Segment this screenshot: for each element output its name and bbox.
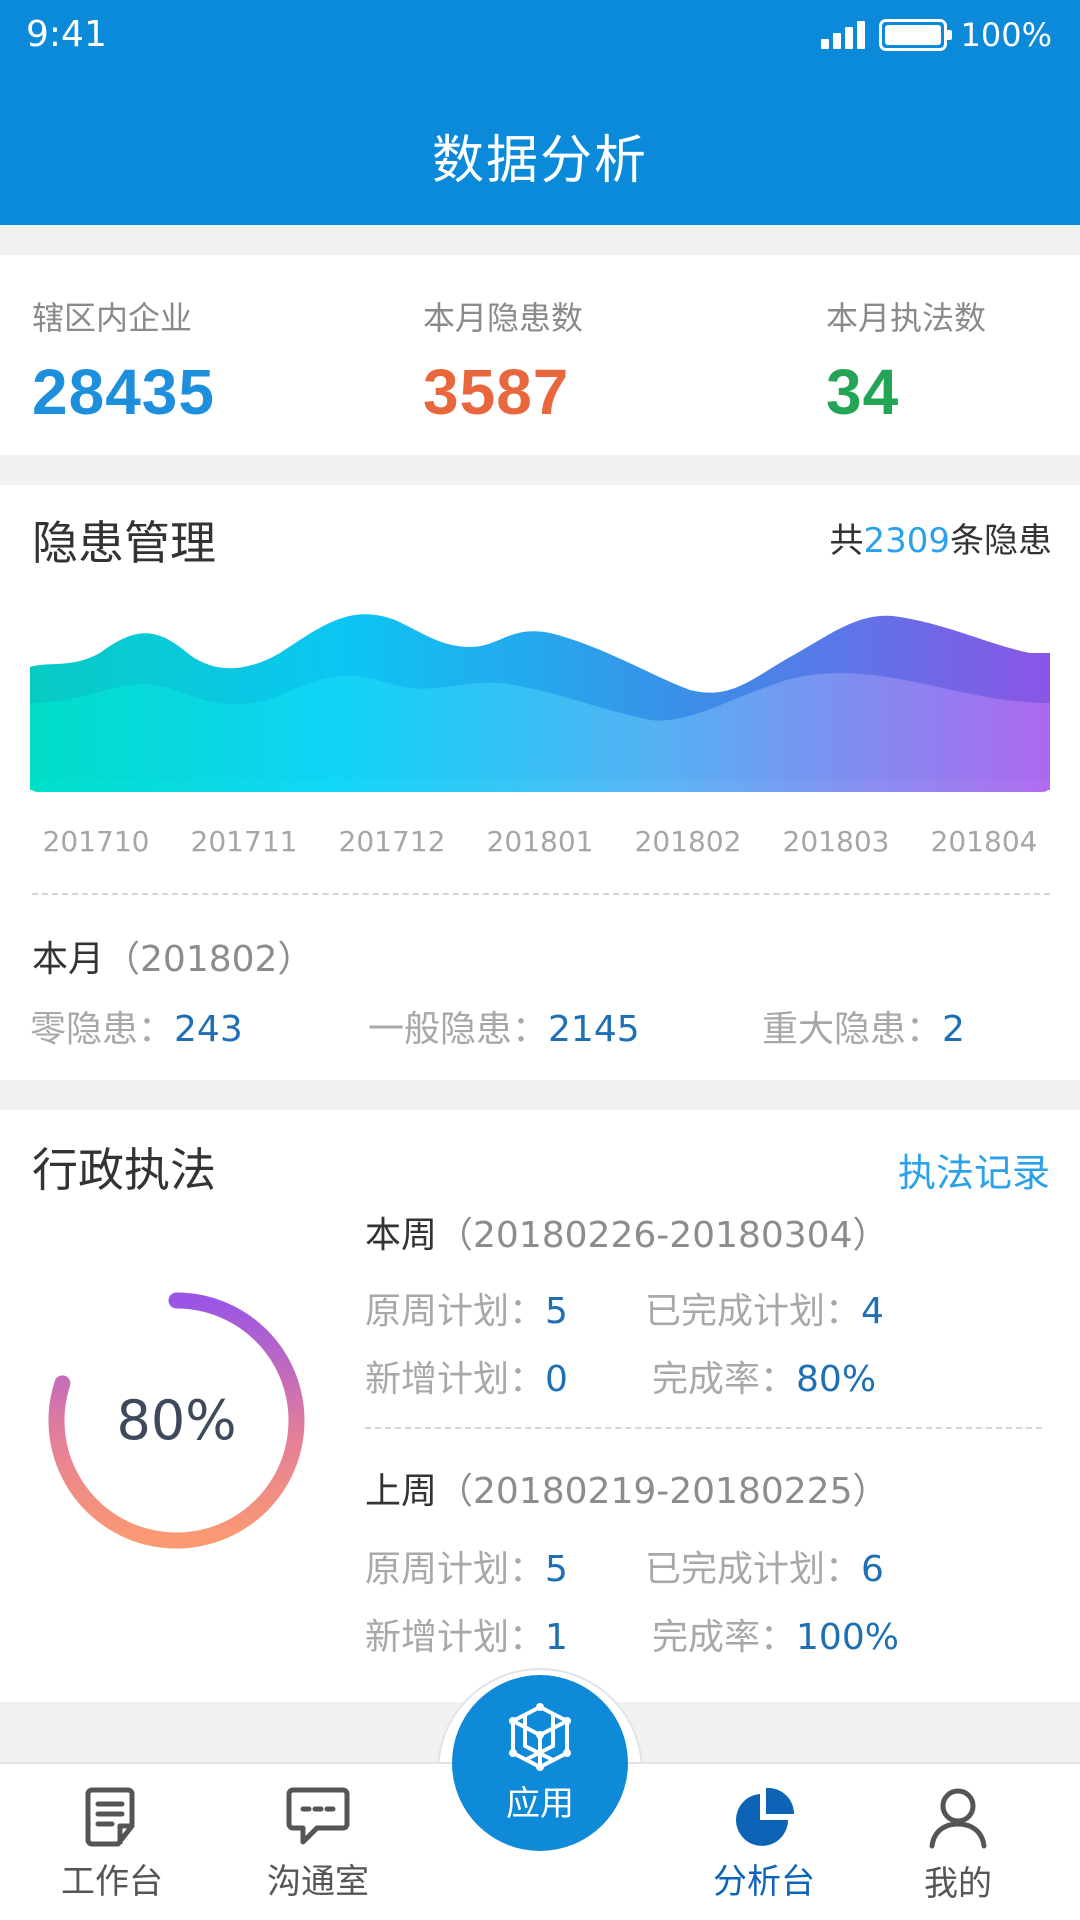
enforcement-records-link[interactable]: 执法记录 — [898, 1142, 1050, 1197]
pie-chart-icon — [736, 1787, 795, 1846]
tab-analysis[interactable]: 分析台 — [694, 1786, 834, 1903]
x-tick-label: 201712 — [338, 825, 446, 858]
x-tick-label: 201801 — [486, 825, 594, 858]
added-label: 新增计划： — [365, 1359, 546, 1400]
stat-label: 辖区内企业 — [32, 299, 193, 337]
app-header: 9:41 100% 数据分析 — [0, 0, 1080, 225]
major-hazard-label: 重大隐患： — [762, 1009, 943, 1050]
hazard-total-count: 2309 — [863, 521, 950, 561]
page-title: 数据分析 — [431, 131, 648, 191]
zero-hazard-label: 零隐患： — [30, 1009, 175, 1050]
tab-label: 我的 — [924, 1864, 992, 1904]
last-week-range: （20180219-20180225） — [437, 1471, 889, 1512]
hazard-total-suffix: 条隐患 — [950, 521, 1052, 561]
apps-button[interactable]: 应用 — [452, 1675, 628, 1851]
general-hazard-label: 一般隐患： — [368, 1009, 549, 1050]
done-value: 6 — [861, 1549, 884, 1590]
divider — [32, 893, 1050, 895]
apps-button-label: 应用 — [506, 1783, 574, 1824]
major-hazard-stat: 重大隐患：2 — [762, 1000, 965, 1052]
last-week-planned: 原周计划：5 — [365, 1540, 568, 1592]
tab-label: 沟通室 — [267, 1862, 369, 1902]
last-week-title: 上周（20180219-20180225） — [365, 1462, 888, 1514]
x-tick-label: 201804 — [930, 825, 1038, 858]
major-hazard-value: 2 — [942, 1009, 965, 1050]
completion-percent: 80% — [116, 1389, 237, 1452]
hazard-total: 共2309条隐患 — [829, 513, 1052, 562]
planned-value: 5 — [545, 1549, 568, 1590]
done-label: 已完成计划： — [645, 1291, 862, 1332]
this-week-planned: 原周计划：5 — [365, 1282, 568, 1334]
tab-chat[interactable]: 沟通室 — [248, 1786, 388, 1903]
stat-value: 34 — [826, 356, 900, 428]
rate-label: 完成率： — [652, 1617, 797, 1658]
battery-icon — [878, 19, 952, 51]
stat-label: 本月隐患数 — [423, 299, 584, 337]
last-week-label: 上周 — [365, 1471, 438, 1512]
status-time: 9:41 — [26, 14, 107, 55]
general-hazard-value: 2145 — [548, 1009, 640, 1050]
current-month-value: （201802） — [104, 939, 314, 980]
tab-label: 分析台 — [713, 1862, 815, 1902]
summary-stats: 辖区内企业 28435 本月隐患数 3587 本月执法数 34 — [0, 255, 1080, 455]
battery-percent: 100% — [960, 16, 1052, 54]
hazard-management-card: 隐患管理 共2309条隐患 201710 201711 201712 20180… — [0, 485, 1080, 1080]
planned-label: 原周计划： — [365, 1549, 546, 1590]
rate-value: 100% — [796, 1617, 899, 1658]
last-week-done: 已完成计划：6 — [645, 1540, 884, 1592]
hazard-total-prefix: 共 — [829, 521, 864, 561]
x-tick-label: 201802 — [634, 825, 742, 858]
this-week-label: 本周 — [365, 1215, 438, 1256]
done-label: 已完成计划： — [645, 1549, 862, 1590]
x-tick-label: 201711 — [190, 825, 298, 858]
hazard-trend-chart[interactable] — [30, 585, 1050, 805]
tab-label: 工作台 — [61, 1862, 163, 1902]
this-week-done: 已完成计划：4 — [645, 1282, 884, 1334]
last-week-rate: 完成率：100% — [652, 1608, 899, 1660]
added-label: 新增计划： — [365, 1617, 546, 1658]
status-indicators: 100% — [820, 16, 1052, 54]
x-tick-label: 201710 — [42, 825, 150, 858]
this-week-title: 本周（20180226-20180304） — [365, 1206, 888, 1258]
current-month-title: 本月（201802） — [32, 930, 313, 982]
user-icon — [929, 1788, 987, 1849]
hazard-section-title: 隐患管理 — [32, 516, 216, 570]
this-week-rate: 完成率：80% — [652, 1350, 876, 1402]
rate-value: 80% — [796, 1359, 877, 1400]
planned-label: 原周计划： — [365, 1291, 546, 1332]
rate-label: 完成率： — [652, 1359, 797, 1400]
zero-hazard-stat: 零隐患：243 — [30, 1000, 243, 1052]
done-value: 4 — [861, 1291, 884, 1332]
enforcement-card: 行政执法 执法记录 80% 本周（20180226-20180304） 原周计划… — [0, 1110, 1080, 1702]
current-month-label: 本月 — [32, 939, 105, 980]
enforcement-section-title: 行政执法 — [32, 1143, 216, 1197]
chart-x-axis: 201710 201711 201712 201801 201802 20180… — [30, 825, 1050, 865]
divider — [365, 1427, 1042, 1429]
signal-icon — [820, 21, 865, 49]
stat-hazards-month[interactable]: 本月隐患数 3587 — [423, 293, 583, 429]
stat-enforcement-month[interactable]: 本月执法数 34 — [826, 293, 986, 429]
chart-baseline — [30, 780, 1050, 792]
stat-label: 本月执法数 — [826, 299, 987, 337]
stat-enterprises[interactable]: 辖区内企业 28435 — [32, 293, 215, 429]
cube-network-icon — [509, 1702, 571, 1771]
general-hazard-stat: 一般隐患：2145 — [368, 1000, 640, 1052]
tab-mine[interactable]: 我的 — [888, 1786, 1028, 1905]
chat-bubble-icon — [286, 1787, 350, 1845]
x-tick-label: 201803 — [782, 825, 890, 858]
this-week-range: （20180226-20180304） — [437, 1215, 889, 1256]
added-value: 1 — [545, 1617, 568, 1658]
tab-workbench[interactable]: 工作台 — [42, 1786, 182, 1903]
last-week-added: 新增计划：1 — [365, 1608, 568, 1660]
planned-value: 5 — [545, 1291, 568, 1332]
stat-value: 28435 — [32, 356, 215, 428]
zero-hazard-value: 243 — [174, 1009, 243, 1050]
added-value: 0 — [545, 1359, 568, 1400]
this-week-added: 新增计划：0 — [365, 1350, 568, 1402]
stat-value: 3587 — [423, 356, 570, 428]
document-icon — [85, 1787, 135, 1847]
